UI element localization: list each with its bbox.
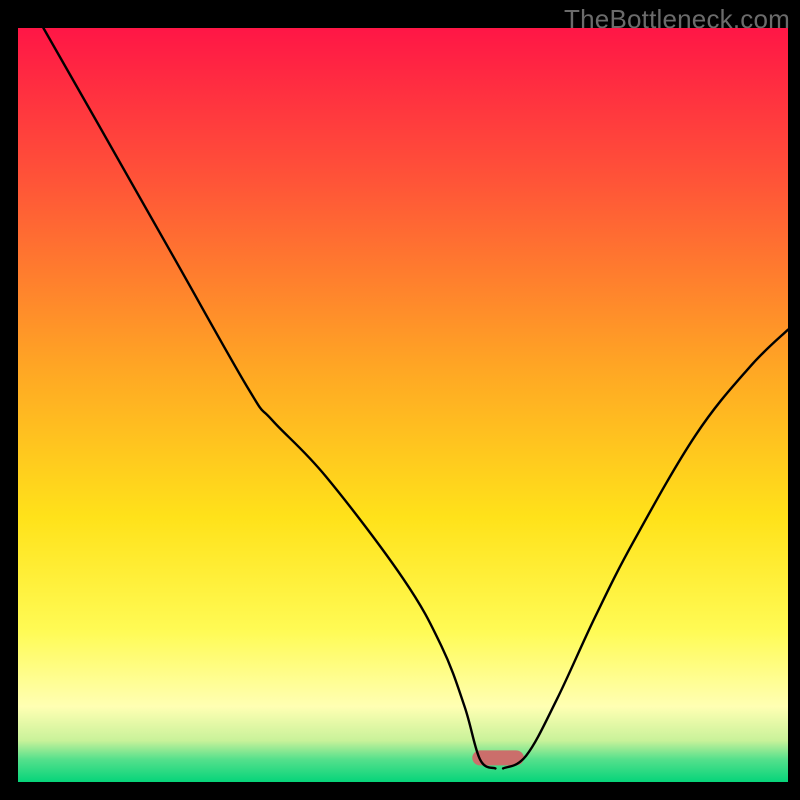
plot-background <box>18 28 788 782</box>
bottleneck-chart: TheBottleneck.com <box>0 0 800 800</box>
chart-svg <box>0 0 800 800</box>
attribution-label: TheBottleneck.com <box>564 4 790 35</box>
